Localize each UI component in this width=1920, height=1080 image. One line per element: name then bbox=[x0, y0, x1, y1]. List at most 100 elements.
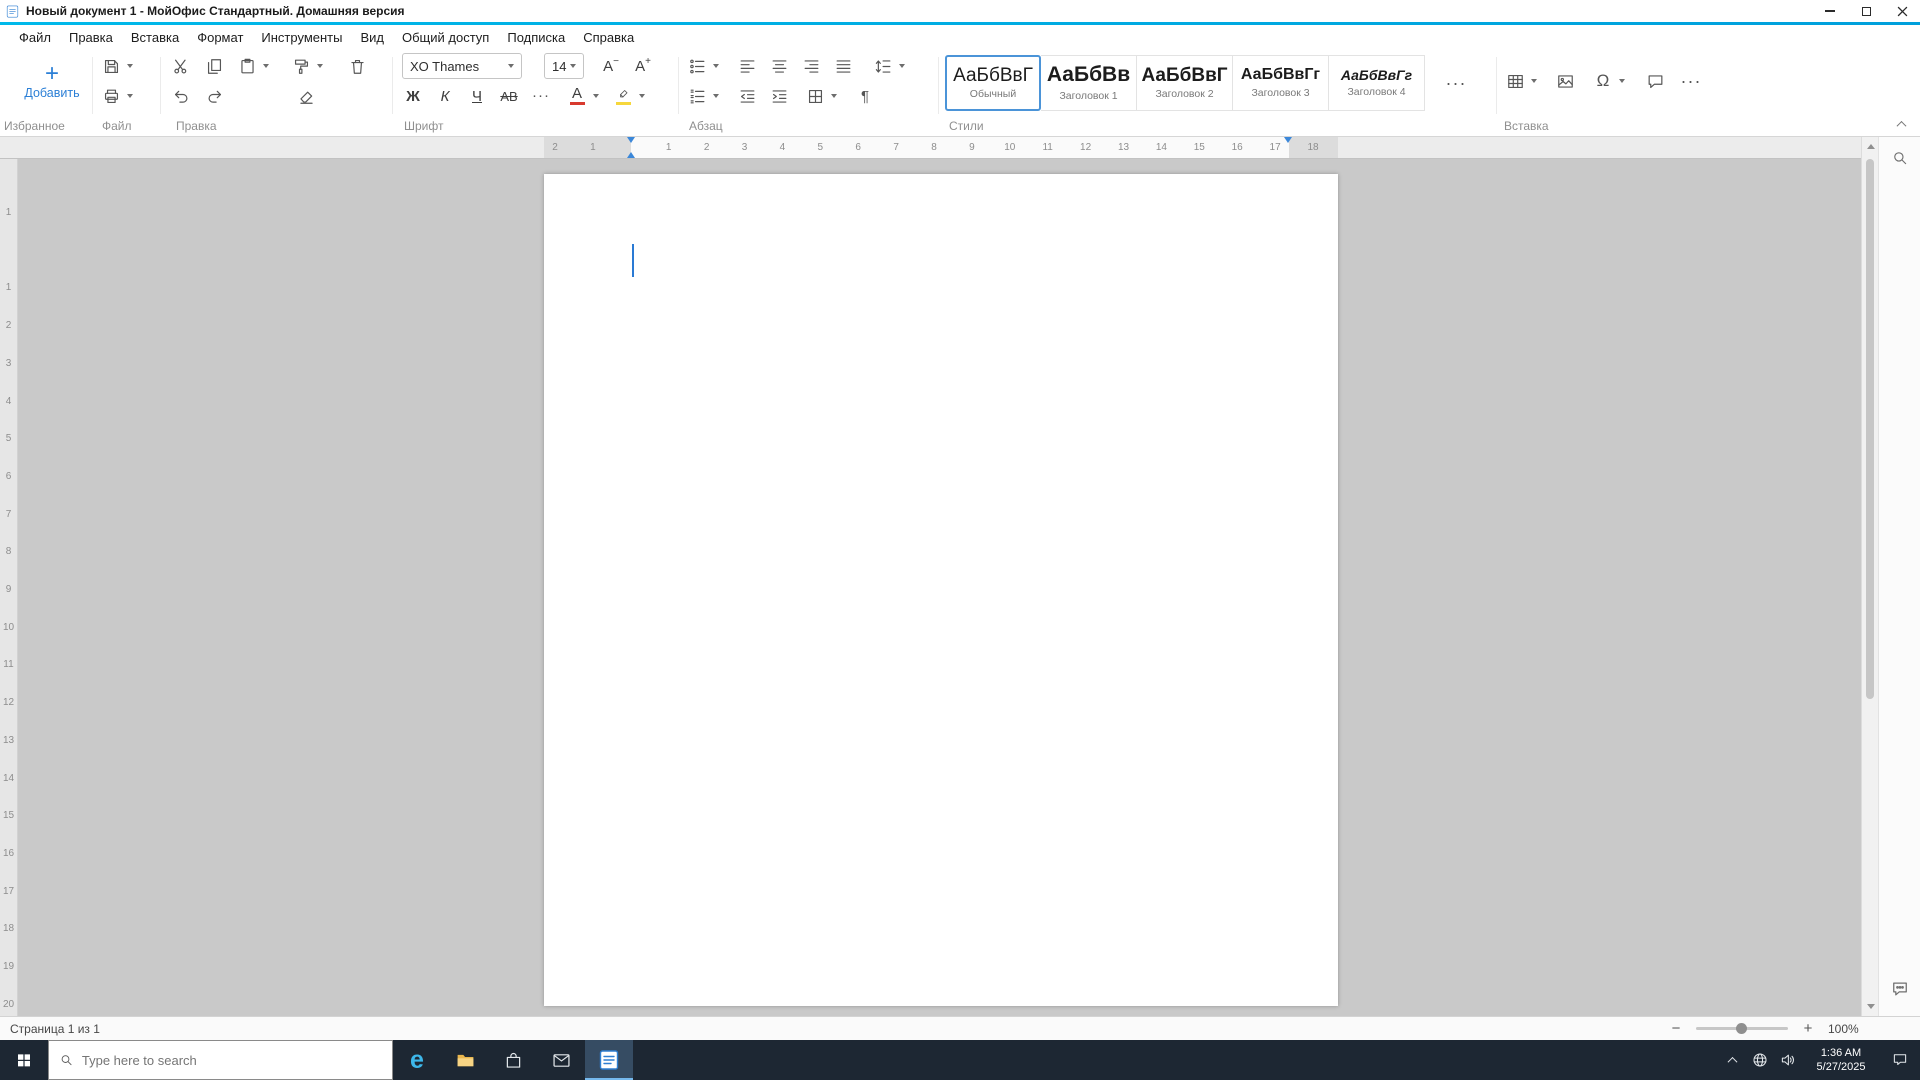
feedback-button[interactable] bbox=[1890, 979, 1910, 1004]
undo-button[interactable] bbox=[168, 83, 194, 109]
menu-file[interactable]: Файл bbox=[10, 25, 60, 49]
scroll-up-arrow[interactable] bbox=[1866, 144, 1875, 149]
insert-table-menu-button[interactable] bbox=[1528, 68, 1540, 94]
horizontal-ruler[interactable]: 2 1 1 2 3 4 5 6 7 8 9 10 11 12 13 14 15 16 17 18 bbox=[0, 137, 1861, 159]
save-menu-button[interactable] bbox=[124, 53, 136, 79]
align-left-button[interactable] bbox=[734, 53, 760, 79]
borders-button[interactable] bbox=[802, 83, 828, 109]
save-button[interactable] bbox=[98, 53, 124, 79]
taskbar-app-edge[interactable]: e bbox=[393, 1040, 441, 1080]
insert-table-button[interactable] bbox=[1502, 68, 1528, 94]
numbered-list-menu-button[interactable] bbox=[710, 83, 722, 109]
style-card-heading2[interactable]: АаБбВвГ Заголовок 2 bbox=[1137, 55, 1233, 111]
first-line-indent-marker[interactable] bbox=[627, 137, 635, 143]
search-input[interactable] bbox=[81, 1052, 382, 1068]
maximize-button[interactable] bbox=[1848, 0, 1884, 22]
tray-show-hidden-icons[interactable] bbox=[1718, 1040, 1746, 1080]
menu-help[interactable]: Справка bbox=[574, 25, 643, 49]
bulleted-list-menu-button[interactable] bbox=[710, 53, 722, 79]
bulleted-list-button[interactable] bbox=[684, 53, 710, 79]
add-button[interactable]: + Добавить bbox=[19, 51, 85, 111]
font-size-select[interactable]: 14 bbox=[544, 53, 584, 79]
clear-formatting-button[interactable] bbox=[293, 83, 319, 109]
action-center-button[interactable] bbox=[1880, 1040, 1920, 1080]
paste-button[interactable] bbox=[234, 53, 260, 79]
taskbar-app-myoffice[interactable] bbox=[585, 1040, 633, 1080]
start-button[interactable] bbox=[0, 1040, 48, 1080]
vertical-scrollbar[interactable] bbox=[1861, 137, 1878, 1016]
redo-button[interactable] bbox=[201, 83, 227, 109]
paste-menu-button[interactable] bbox=[260, 53, 272, 79]
align-center-button[interactable] bbox=[766, 53, 792, 79]
font-color-button[interactable]: А bbox=[564, 83, 590, 109]
menu-insert[interactable]: Вставка bbox=[122, 25, 188, 49]
scroll-down-arrow[interactable] bbox=[1866, 1004, 1875, 1009]
insert-symbol-button[interactable]: Ω bbox=[1590, 68, 1616, 94]
zoom-out-button[interactable]: − bbox=[1668, 1020, 1684, 1037]
font-family-select[interactable]: XO Thames bbox=[402, 53, 522, 79]
line-spacing-menu-button[interactable] bbox=[896, 53, 908, 79]
close-button[interactable] bbox=[1884, 0, 1920, 22]
style-card-heading3[interactable]: АаБбВвГг Заголовок 3 bbox=[1233, 55, 1329, 111]
borders-menu-button[interactable] bbox=[828, 83, 840, 109]
font-color-menu-button[interactable] bbox=[590, 83, 602, 109]
more-font-options-button[interactable]: ··· bbox=[528, 83, 554, 109]
left-indent-marker[interactable] bbox=[627, 152, 635, 158]
strikethrough-button[interactable]: АВ bbox=[496, 83, 522, 109]
justify-button[interactable] bbox=[830, 53, 856, 79]
search-in-document-button[interactable] bbox=[1891, 149, 1909, 172]
menu-format[interactable]: Формат bbox=[188, 25, 252, 49]
insert-symbol-menu-button[interactable] bbox=[1616, 68, 1628, 94]
print-button[interactable] bbox=[98, 83, 124, 109]
underline-button[interactable]: Ч bbox=[464, 83, 490, 109]
decrease-indent-button[interactable] bbox=[734, 83, 760, 109]
zoom-slider-thumb[interactable] bbox=[1736, 1023, 1747, 1034]
zoom-in-button[interactable]: + bbox=[1800, 1020, 1816, 1037]
more-insert-button[interactable]: ··· bbox=[1678, 68, 1704, 94]
titlebar[interactable]: Новый документ 1 - МойОфис Стандартный. … bbox=[0, 0, 1920, 22]
align-right-button[interactable] bbox=[798, 53, 824, 79]
highlight-color-menu-button[interactable] bbox=[636, 83, 648, 109]
print-menu-button[interactable] bbox=[124, 83, 136, 109]
menu-edit[interactable]: Правка bbox=[60, 25, 122, 49]
minimize-button[interactable] bbox=[1812, 0, 1848, 22]
insert-image-button[interactable] bbox=[1552, 68, 1578, 94]
copy-button[interactable] bbox=[201, 53, 227, 79]
format-painter-menu-button[interactable] bbox=[314, 53, 326, 79]
formatting-marks-button[interactable]: ¶ bbox=[852, 83, 878, 109]
vertical-ruler[interactable]: 1 1 2 3 4 5 6 7 8 9 10 11 12 13 14 15 16 17 18 19 20 bbox=[0, 159, 18, 1016]
numbered-list-button[interactable] bbox=[684, 83, 710, 109]
right-indent-marker[interactable] bbox=[1284, 137, 1292, 143]
taskbar-app-explorer[interactable] bbox=[441, 1040, 489, 1080]
zoom-level[interactable]: 100% bbox=[1828, 1022, 1868, 1036]
more-styles-button[interactable]: ··· bbox=[1443, 70, 1469, 96]
scrollbar-thumb[interactable] bbox=[1866, 159, 1874, 699]
tray-network[interactable] bbox=[1746, 1040, 1774, 1080]
menu-share[interactable]: Общий доступ bbox=[393, 25, 498, 49]
taskbar-app-store[interactable] bbox=[489, 1040, 537, 1080]
document-page[interactable] bbox=[544, 174, 1338, 1006]
style-card-heading1[interactable]: АаБбВв Заголовок 1 bbox=[1041, 55, 1137, 111]
cut-button[interactable] bbox=[168, 53, 194, 79]
insert-comment-button[interactable] bbox=[1642, 68, 1668, 94]
menu-view[interactable]: Вид bbox=[351, 25, 393, 49]
collapse-toolbar-button[interactable] bbox=[1894, 118, 1908, 131]
font-size-decrease-button[interactable]: А − bbox=[598, 53, 624, 79]
increase-indent-button[interactable] bbox=[766, 83, 792, 109]
style-card-normal[interactable]: АаБбВвГ Обычный bbox=[945, 55, 1041, 111]
taskbar-search[interactable] bbox=[48, 1040, 393, 1080]
font-size-increase-button[interactable]: А + bbox=[630, 53, 656, 79]
highlight-color-button[interactable] bbox=[610, 83, 636, 109]
tray-clock[interactable]: 1:36 AM 5/27/2025 bbox=[1802, 1046, 1880, 1074]
menu-subscription[interactable]: Подписка bbox=[498, 25, 574, 49]
zoom-slider[interactable] bbox=[1696, 1023, 1788, 1034]
style-card-heading4[interactable]: АаБбВвГг Заголовок 4 bbox=[1329, 55, 1425, 111]
delete-button[interactable] bbox=[344, 53, 370, 79]
menu-tools[interactable]: Инструменты bbox=[252, 25, 351, 49]
bold-button[interactable]: Ж bbox=[400, 83, 426, 109]
italic-button[interactable]: К bbox=[432, 83, 458, 109]
taskbar-app-mail[interactable] bbox=[537, 1040, 585, 1080]
tray-volume[interactable] bbox=[1774, 1040, 1802, 1080]
format-painter-button[interactable] bbox=[288, 53, 314, 79]
line-spacing-button[interactable] bbox=[870, 53, 896, 79]
